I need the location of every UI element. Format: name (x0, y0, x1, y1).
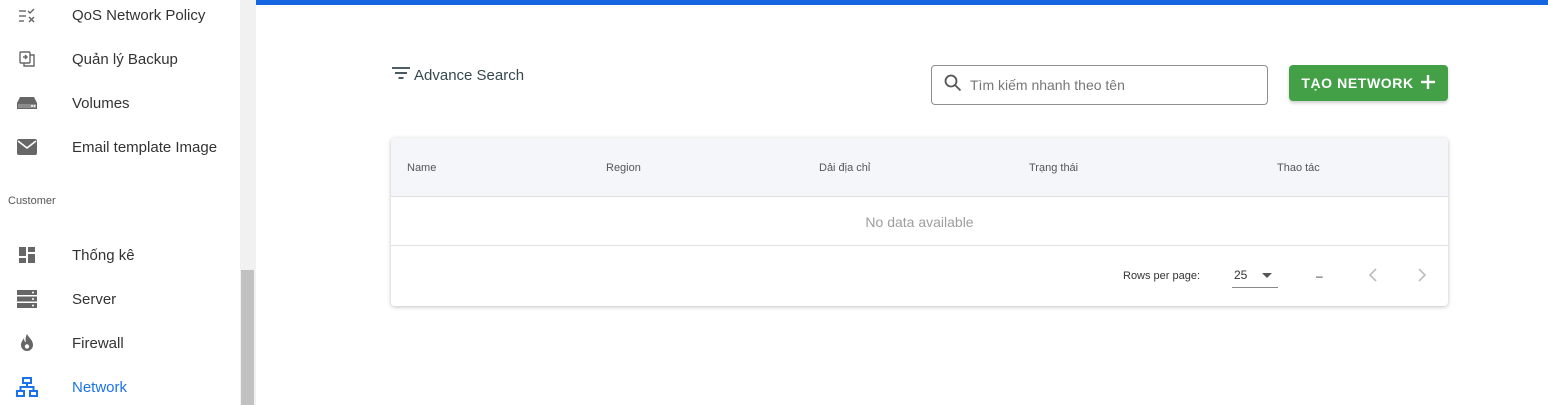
next-page-button[interactable] (1410, 265, 1434, 289)
backup-icon (16, 48, 38, 70)
sidebar-item-label: QoS Network Policy (72, 6, 206, 24)
rows-per-page-value: 25 (1234, 268, 1248, 282)
advance-search-label: Advance Search (414, 67, 525, 84)
sidebar-item-server[interactable]: Server (0, 277, 240, 321)
sidebar-item-label: Network (72, 378, 128, 396)
chevron-left-icon (1368, 267, 1378, 287)
column-header-status[interactable]: Trạng thái (1029, 138, 1078, 197)
sidebar: QoS Network Policy Quản lý Backup Volume… (0, 0, 240, 405)
create-network-button[interactable]: TẠO NETWORK (1289, 65, 1448, 101)
network-table: Name Region Dải địa chỉ Trạng thái Thao … (391, 138, 1448, 306)
sidebar-section-customer: Customer (8, 195, 56, 207)
sidebar-item-quan-ly-backup[interactable]: Quản lý Backup (0, 37, 240, 81)
sidebar-item-firewall[interactable]: Firewall (0, 321, 240, 365)
search-input[interactable] (970, 77, 1250, 93)
rows-per-page-select[interactable]: 25 (1232, 263, 1278, 288)
sidebar-item-label: Thống kê (72, 246, 135, 264)
sidebar-item-network[interactable]: Network (0, 365, 240, 405)
plus-icon (1420, 74, 1436, 93)
filter-icon (392, 66, 410, 85)
sidebar-item-label: Email template Image (72, 138, 218, 156)
search-icon (944, 74, 962, 97)
list-check-icon (16, 4, 38, 26)
table-empty-row: No data available (391, 198, 1448, 246)
previous-page-button[interactable] (1361, 265, 1385, 289)
storage-drive-icon (16, 92, 38, 114)
sidebar-item-qos-network-policy[interactable]: QoS Network Policy (0, 0, 240, 37)
network-icon (16, 376, 38, 398)
app: QoS Network Policy Quản lý Backup Volume… (0, 0, 1548, 405)
top-accent-bar (256, 0, 1548, 5)
sidebar-item-label: Volumes (72, 94, 130, 112)
advance-search-button[interactable]: Advance Search (392, 66, 524, 85)
column-header-region[interactable]: Region (606, 138, 641, 197)
fire-icon (16, 332, 38, 354)
sidebar-item-volumes[interactable]: Volumes (0, 81, 240, 125)
quick-search-field[interactable] (931, 65, 1268, 105)
sidebar-item-email-template-image[interactable]: Email template Image (0, 125, 240, 169)
pagination-range: – (1316, 269, 1323, 283)
dashboard-icon (16, 244, 38, 266)
column-header-name[interactable]: Name (407, 138, 436, 197)
main-content: Advance Search TẠO NETWORK Name Region D… (256, 0, 1548, 405)
sidebar-item-label: Firewall (72, 334, 124, 352)
column-header-address-range[interactable]: Dải địa chỉ (819, 138, 870, 197)
table-footer: Rows per page: 25 – (391, 247, 1448, 306)
rows-per-page-label: Rows per page: (1123, 270, 1201, 282)
mail-icon (16, 136, 38, 158)
chevron-right-icon (1417, 267, 1427, 287)
sidebar-scrollbar-thumb[interactable] (241, 270, 254, 405)
caret-down-icon (1262, 273, 1272, 278)
server-icon (16, 288, 38, 310)
sidebar-item-label: Quản lý Backup (72, 50, 178, 68)
sidebar-item-thong-ke[interactable]: Thống kê (0, 233, 240, 277)
column-header-actions: Thao tác (1277, 161, 1320, 174)
create-network-label: TẠO NETWORK (1301, 75, 1414, 91)
sidebar-item-label: Server (72, 290, 117, 308)
table-header: Name Region Dải địa chỉ Trạng thái Thao … (391, 138, 1448, 197)
